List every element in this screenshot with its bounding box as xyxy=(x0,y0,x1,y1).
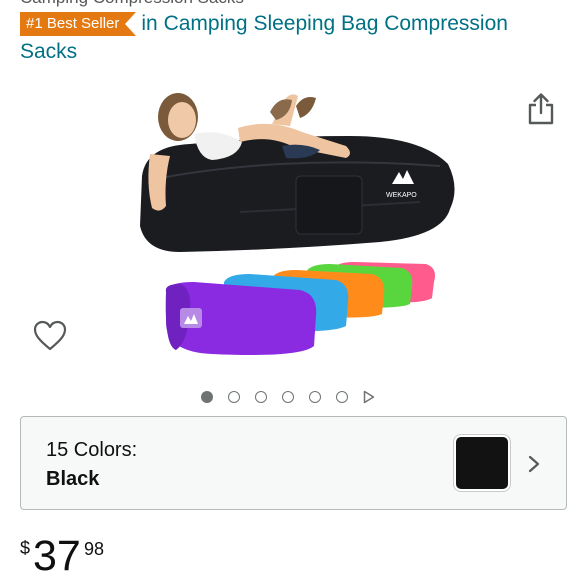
best-seller-badge[interactable]: #1 Best Seller xyxy=(20,12,137,36)
selected-color-swatch[interactable] xyxy=(453,434,511,492)
carousel-dot[interactable] xyxy=(201,391,213,403)
selected-color-name: Black xyxy=(46,468,100,490)
cut-off-category-text: Camping Compression Sacks xyxy=(20,0,244,8)
share-icon[interactable] xyxy=(526,92,556,126)
carousel-dot[interactable] xyxy=(228,391,240,403)
carousel-dot[interactable] xyxy=(282,391,294,403)
variation-label: 15 Colors: xyxy=(46,439,138,461)
image-carousel-indicators xyxy=(201,389,375,405)
carousel-dot[interactable] xyxy=(309,391,321,403)
price-fraction: 98 xyxy=(84,539,105,559)
product-image[interactable]: WEKAPO xyxy=(120,84,460,374)
chevron-right-icon xyxy=(528,455,540,473)
heart-icon[interactable] xyxy=(33,320,67,352)
price-whole: 37 xyxy=(33,532,81,580)
color-variation-selector[interactable]: 15 Colors: Black xyxy=(20,416,567,510)
brand-logo-text: WEKAPO xyxy=(386,192,417,199)
carousel-dot[interactable] xyxy=(336,391,348,403)
play-video-icon[interactable] xyxy=(363,390,375,404)
carousel-dot[interactable] xyxy=(255,391,267,403)
price-currency-symbol: $ xyxy=(20,538,31,558)
best-seller-line: #1 Best Seller in Camping Sleeping Bag Co… xyxy=(20,10,565,66)
